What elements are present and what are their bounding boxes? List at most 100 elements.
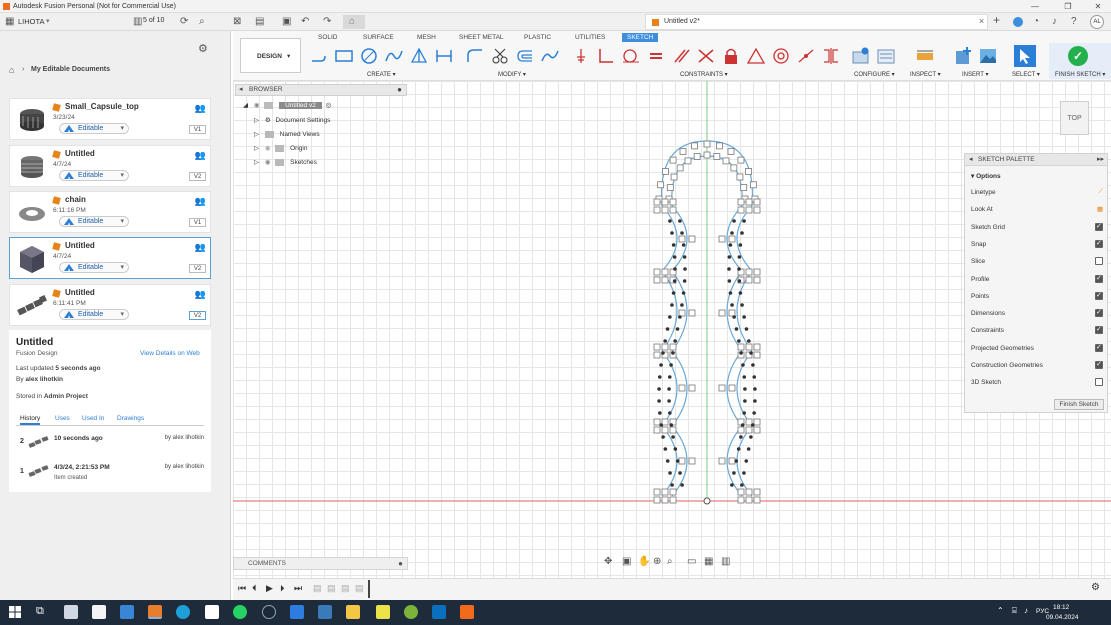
clock-date[interactable]: 09.04.2024 xyxy=(1046,614,1079,621)
constraint-glyph[interactable] xyxy=(745,276,753,284)
palette-option-slice[interactable]: Slice xyxy=(971,257,1103,266)
constraint-glyph[interactable] xyxy=(737,343,745,351)
version-badge[interactable]: V1 xyxy=(189,125,206,134)
team-name[interactable]: LIHOTA xyxy=(18,17,45,26)
clock-time[interactable]: 18:12 xyxy=(1053,604,1069,611)
constraint-glyph[interactable] xyxy=(737,496,745,504)
sketch-point[interactable] xyxy=(740,231,744,235)
constraint-glyph[interactable] xyxy=(722,157,730,165)
notifications-icon[interactable]: ♪ xyxy=(1052,16,1057,28)
constraint-glyph[interactable] xyxy=(653,488,661,496)
sketch-point[interactable] xyxy=(752,411,756,415)
sketch-point[interactable] xyxy=(670,303,674,307)
dimension-tool-icon[interactable] xyxy=(434,47,454,65)
tab-solid[interactable]: SOLID xyxy=(318,34,338,41)
close-panel-icon[interactable]: ⊠ xyxy=(233,16,241,28)
whatsapp-app-icon[interactable] xyxy=(233,605,247,619)
constraint-glyph[interactable] xyxy=(753,198,761,206)
sketch-point[interactable] xyxy=(737,279,742,283)
timeline-start-icon[interactable]: ⏮ xyxy=(238,583,246,594)
view-cube[interactable]: TOP xyxy=(1060,101,1089,135)
sketch-point[interactable] xyxy=(753,399,757,403)
option-checkbox[interactable] xyxy=(1095,257,1103,266)
sketch-point[interactable] xyxy=(678,219,682,223)
sketch-point[interactable] xyxy=(663,339,667,343)
sketch-point[interactable] xyxy=(671,351,675,355)
constraint-glyph[interactable] xyxy=(745,198,753,206)
close-button[interactable]: ✕ xyxy=(1083,0,1111,13)
sketch-curve[interactable] xyxy=(661,205,678,272)
linetype-icon[interactable]: ⟋ xyxy=(1098,188,1103,196)
constraint-glyph[interactable] xyxy=(713,153,721,160)
constraint-glyph[interactable] xyxy=(653,418,661,426)
create-menu[interactable]: CREATE ▾ xyxy=(367,71,396,78)
timeline-next-icon[interactable]: ⏵ xyxy=(280,583,285,594)
sketch-curve[interactable] xyxy=(736,205,753,272)
fusion-taskbar-icon[interactable] xyxy=(460,605,474,619)
constraint-glyph[interactable] xyxy=(678,235,686,243)
palette-option-points[interactable]: Points xyxy=(971,291,1103,300)
constraint-glyph[interactable] xyxy=(753,496,761,504)
constraint-glyph[interactable] xyxy=(653,198,661,206)
constraint-glyph[interactable] xyxy=(676,164,684,172)
sketch-point[interactable] xyxy=(673,447,678,451)
equal-constraint-icon[interactable] xyxy=(646,47,666,65)
sketch-point[interactable] xyxy=(734,459,739,463)
insert-derive-icon[interactable] xyxy=(953,47,973,65)
constraint-glyph[interactable] xyxy=(684,157,692,165)
app-icon[interactable] xyxy=(432,605,446,619)
constraint-glyph[interactable] xyxy=(653,268,661,276)
sketch-point[interactable] xyxy=(749,435,753,439)
editable-dropdown[interactable]: Editable ▾ xyxy=(59,123,129,134)
volume-icon[interactable]: ♪ xyxy=(1024,606,1028,615)
sketch-point[interactable] xyxy=(678,315,682,319)
sketch-point[interactable] xyxy=(736,447,741,451)
palette-collapse-icon[interactable]: ◂ xyxy=(969,154,973,166)
look-at-icon[interactable]: ▦ xyxy=(1097,205,1103,213)
team-dropdown-icon[interactable]: ▾ xyxy=(46,17,50,25)
browser-pin-icon[interactable]: ● xyxy=(397,85,402,95)
share-people-icon[interactable]: 👥 xyxy=(195,289,206,300)
network-icon[interactable]: ⌸ xyxy=(1012,606,1017,616)
share-people-icon[interactable]: 👥 xyxy=(195,150,206,161)
constraint-glyph[interactable] xyxy=(653,276,661,284)
constraint-glyph[interactable] xyxy=(728,384,736,392)
tab-surface[interactable]: SURFACE xyxy=(363,34,394,41)
constraint-glyph[interactable] xyxy=(688,384,696,392)
constraint-glyph[interactable] xyxy=(753,426,761,434)
grid-apps-icon[interactable]: ▦ xyxy=(5,16,14,28)
browser-item-sketches[interactable]: ▷ ◉ Sketches xyxy=(254,158,317,166)
tab-mesh[interactable]: MESH xyxy=(417,34,436,41)
constraint-glyph[interactable] xyxy=(661,488,669,496)
constraint-glyph[interactable] xyxy=(718,309,726,317)
constraint-glyph[interactable] xyxy=(745,496,753,504)
sketch-point[interactable] xyxy=(668,315,672,319)
constraint-glyph[interactable] xyxy=(745,206,753,214)
sketch-point[interactable] xyxy=(667,387,671,391)
tab-drawings[interactable]: Drawings xyxy=(117,415,144,422)
constraint-glyph[interactable] xyxy=(740,184,748,192)
sketch-point[interactable] xyxy=(675,459,680,463)
constraint-glyph[interactable] xyxy=(736,173,744,181)
constraint-glyph[interactable] xyxy=(679,147,687,155)
constraint-glyph[interactable] xyxy=(678,384,686,392)
constraint-glyph[interactable] xyxy=(653,351,661,359)
share-people-icon[interactable]: 👥 xyxy=(195,242,206,253)
constraint-glyph[interactable] xyxy=(745,426,753,434)
constraint-glyph[interactable] xyxy=(727,147,735,155)
fillet-tool-icon[interactable] xyxy=(465,47,485,65)
sketch-point[interactable] xyxy=(680,483,684,487)
extensions-icon[interactable] xyxy=(1013,17,1023,27)
editable-dropdown[interactable]: Editable ▾ xyxy=(59,309,129,320)
tab-history[interactable]: History xyxy=(20,415,41,425)
sketch-point[interactable] xyxy=(739,351,743,355)
sketch-point[interactable] xyxy=(728,291,733,295)
app-icon[interactable] xyxy=(404,605,418,619)
sketch-point[interactable] xyxy=(740,423,745,427)
tangent-constraint-icon[interactable] xyxy=(621,47,641,65)
finish-sketch-menu[interactable]: FINISH SKETCH ▾ xyxy=(1055,71,1105,78)
sketch-point[interactable] xyxy=(747,339,751,343)
fusion-app-icon[interactable] xyxy=(148,605,162,619)
sketch-point[interactable] xyxy=(738,291,743,295)
sketch-point[interactable] xyxy=(753,387,757,391)
